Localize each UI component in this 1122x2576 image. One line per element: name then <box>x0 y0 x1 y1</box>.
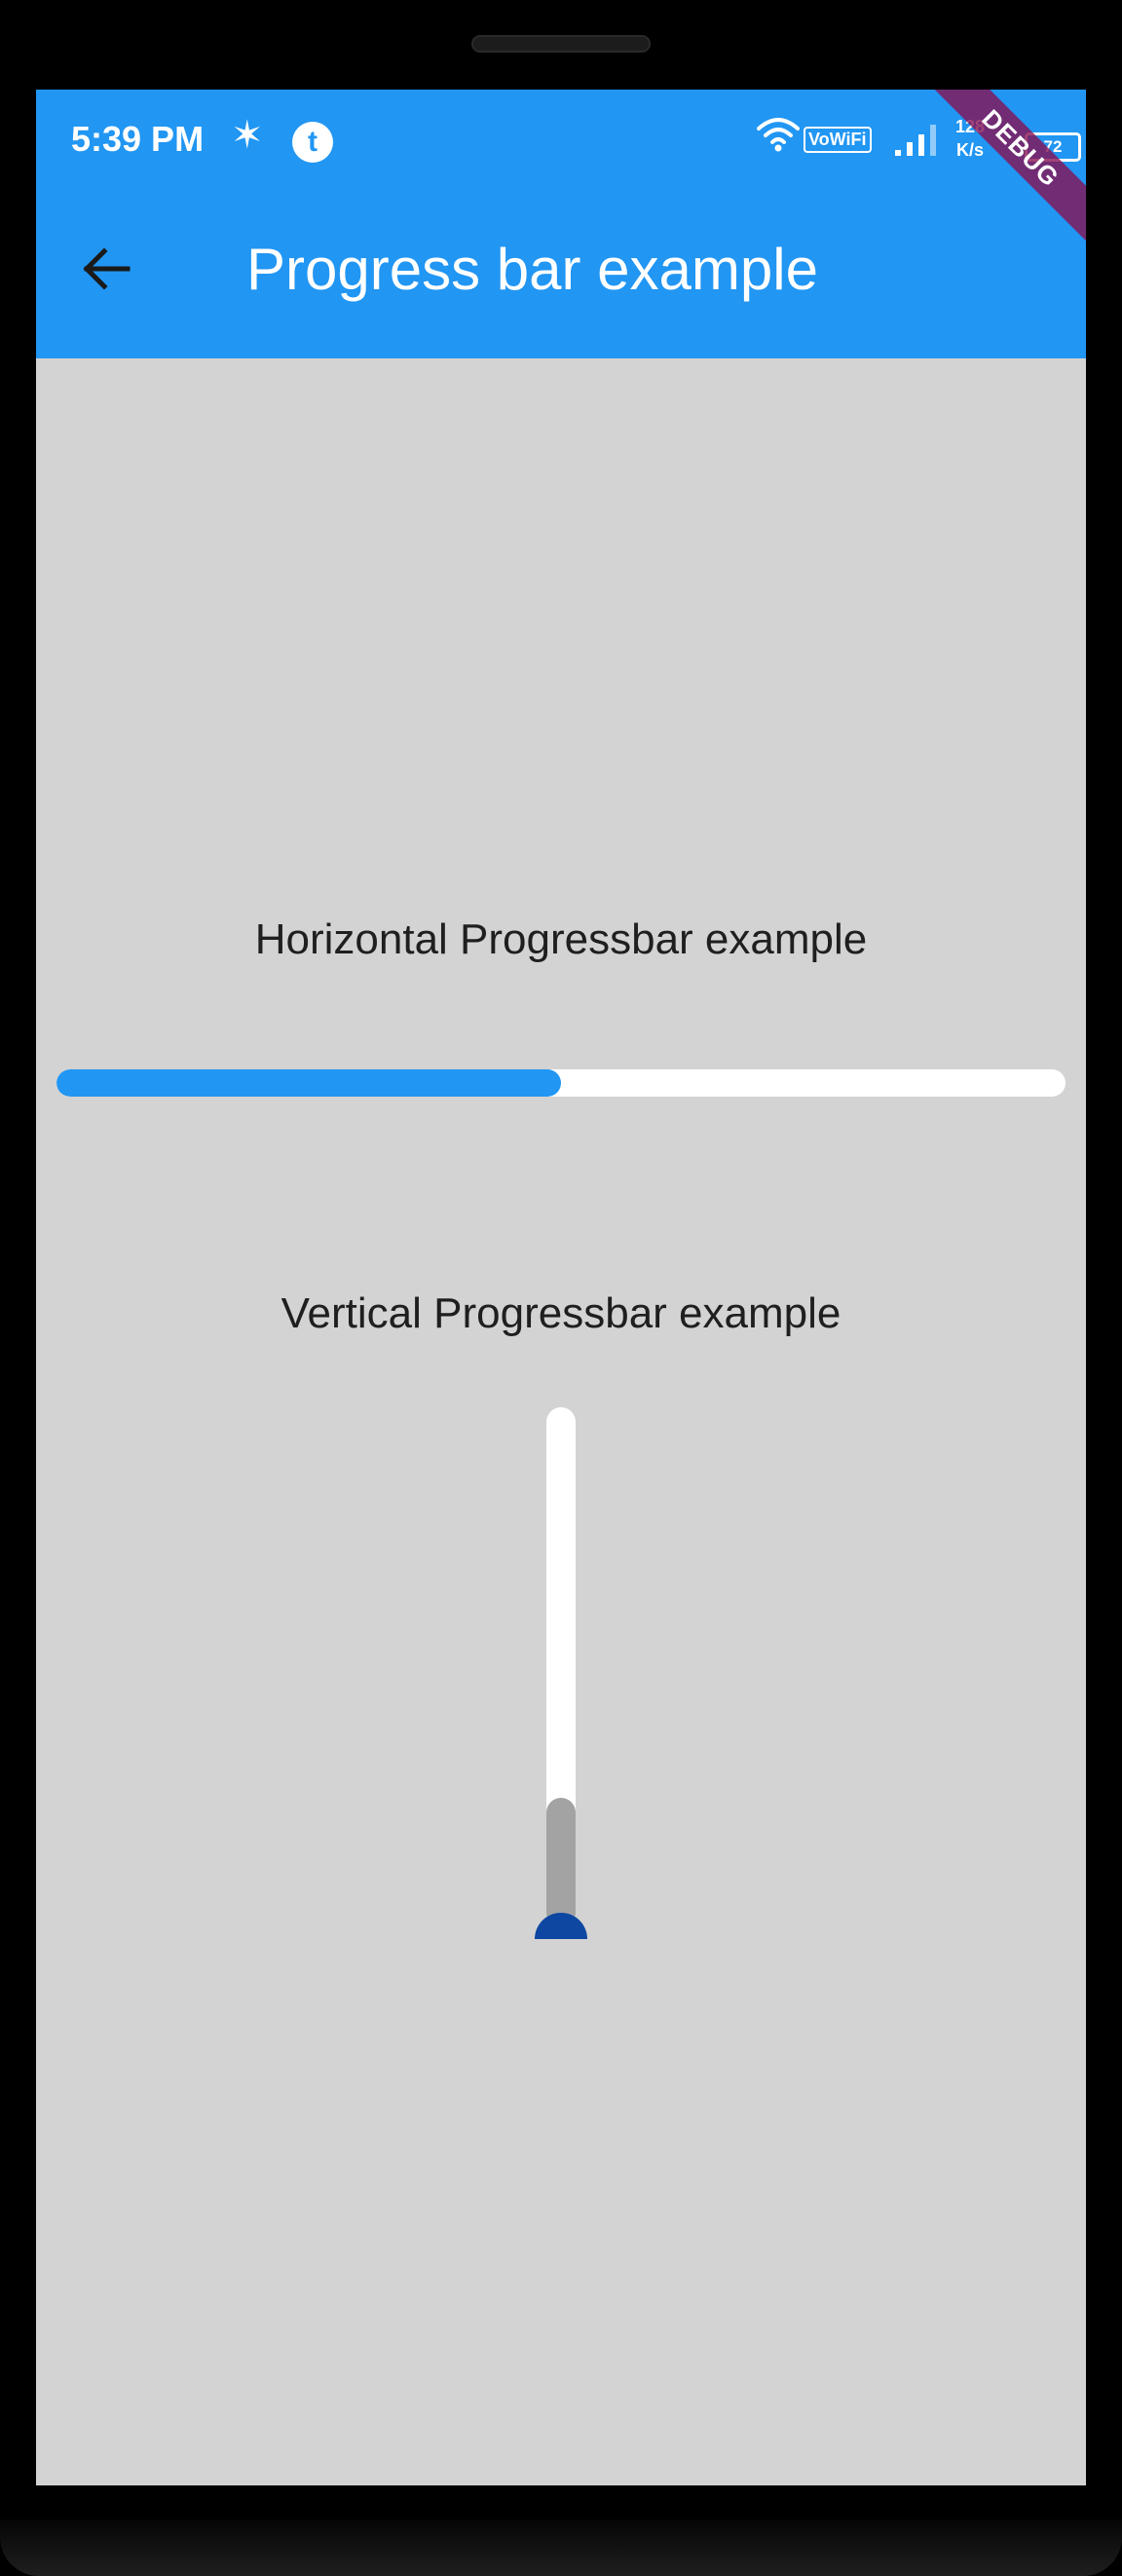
network-speed-unit: K/s <box>956 140 985 160</box>
app-bar: 5:39 PM ✶ t VoWiFi 128 K/s 72 Progress b… <box>36 90 1086 358</box>
bottom-bezel <box>0 2520 1122 2576</box>
app-screen: 5:39 PM ✶ t VoWiFi 128 K/s 72 Progress b… <box>36 90 1086 2485</box>
vertical-progress-knob <box>535 1913 587 1939</box>
vowifi-badge: VoWiFi <box>804 127 872 153</box>
wifi-icon <box>757 118 800 152</box>
sparkle-icon: ✶ <box>231 114 264 157</box>
horizontal-progress-fill <box>56 1069 561 1097</box>
arrow-back-icon <box>83 247 131 290</box>
device-frame: 5:39 PM ✶ t VoWiFi 128 K/s 72 Progress b… <box>0 0 1122 2576</box>
back-button[interactable] <box>75 238 137 300</box>
status-time: 5:39 PM <box>71 119 205 159</box>
vertical-progress-fill <box>546 1798 576 1928</box>
page-title: Progress bar example <box>246 237 818 302</box>
vertical-progress-track <box>546 1407 576 1928</box>
notification-app-icon: t <box>292 122 333 163</box>
status-bar: 5:39 PM ✶ t VoWiFi 128 K/s 72 <box>36 90 1086 197</box>
cellular-signal-icon <box>895 125 936 156</box>
vertical-progress-label: Vertical Progressbar example <box>280 1289 842 1337</box>
earpiece-speaker <box>471 35 651 53</box>
horizontal-progress-label: Horizontal Progressbar example <box>254 915 868 963</box>
horizontal-progress-track <box>56 1069 1066 1097</box>
